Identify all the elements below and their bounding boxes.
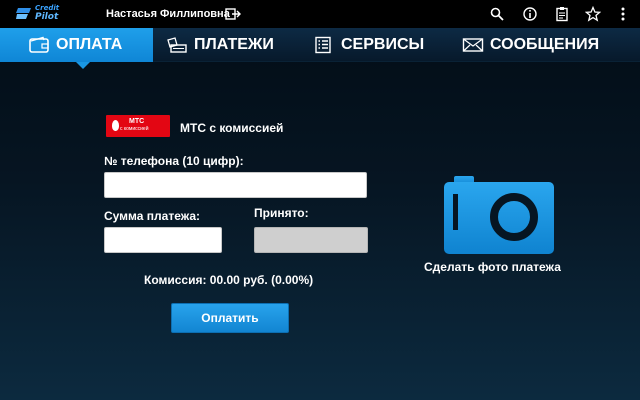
tab-payments-history[interactable]: ПЛАТЕЖИ	[166, 28, 274, 62]
tab-payments-history-label: ПЛАТЕЖИ	[194, 36, 274, 53]
envelope-icon	[462, 38, 484, 52]
camera-icon[interactable]	[444, 174, 554, 254]
credit-pilot-logo-icon	[16, 8, 31, 19]
mts-egg-icon	[112, 120, 119, 131]
payments-icon	[167, 37, 187, 53]
accepted-label: Принято:	[254, 206, 309, 220]
more-vert-icon[interactable]	[615, 6, 631, 22]
info-icon[interactable]	[522, 6, 538, 22]
amount-input[interactable]	[104, 227, 222, 253]
clipboard-icon[interactable]	[554, 6, 570, 22]
operator-logo: МТС с комиссией	[106, 115, 170, 137]
user-name: Настасья Филлиповна	[106, 8, 230, 20]
pay-button[interactable]: Оплатить	[171, 303, 289, 333]
amount-label: Сумма платежа:	[104, 209, 201, 223]
list-icon	[315, 36, 331, 54]
brand-line1: Credit	[35, 4, 60, 12]
brand-line2: Pilot	[35, 12, 59, 22]
accepted-field	[254, 227, 368, 253]
tab-messages-label: СООБЩЕНИЯ	[490, 36, 600, 53]
phone-label: № телефона (10 цифр):	[104, 154, 244, 168]
wallet-icon	[29, 36, 49, 53]
search-icon[interactable]	[489, 6, 505, 22]
operator-name: МТС с комиссией	[180, 121, 284, 135]
top-bar: Credit Pilot Настасья Филлиповна	[0, 0, 640, 28]
app-logo: Credit Pilot	[16, 4, 64, 24]
operator-logo-subtitle: с комиссией	[120, 126, 149, 132]
operator-logo-title: МТС	[129, 118, 145, 125]
tab-services[interactable]: СЕРВИСЫ	[313, 28, 424, 62]
tab-payment[interactable]: ОПЛАТА	[0, 28, 153, 62]
tab-messages[interactable]: СООБЩЕНИЯ	[462, 28, 599, 62]
star-icon[interactable]	[585, 6, 601, 22]
photo-caption: Сделать фото платежа	[424, 260, 561, 274]
commission-text: Комиссия: 00.00 руб. (0.00%)	[144, 273, 314, 287]
main-tabs: ОПЛАТА ПЛАТЕЖИ СЕРВИСЫ СООБЩЕНИЯ	[0, 28, 640, 62]
active-tab-pointer	[76, 62, 90, 69]
tab-services-label: СЕРВИСЫ	[341, 36, 425, 53]
phone-input[interactable]	[104, 172, 367, 198]
logout-icon[interactable]	[225, 7, 241, 21]
tab-payment-label: ОПЛАТА	[56, 36, 123, 53]
